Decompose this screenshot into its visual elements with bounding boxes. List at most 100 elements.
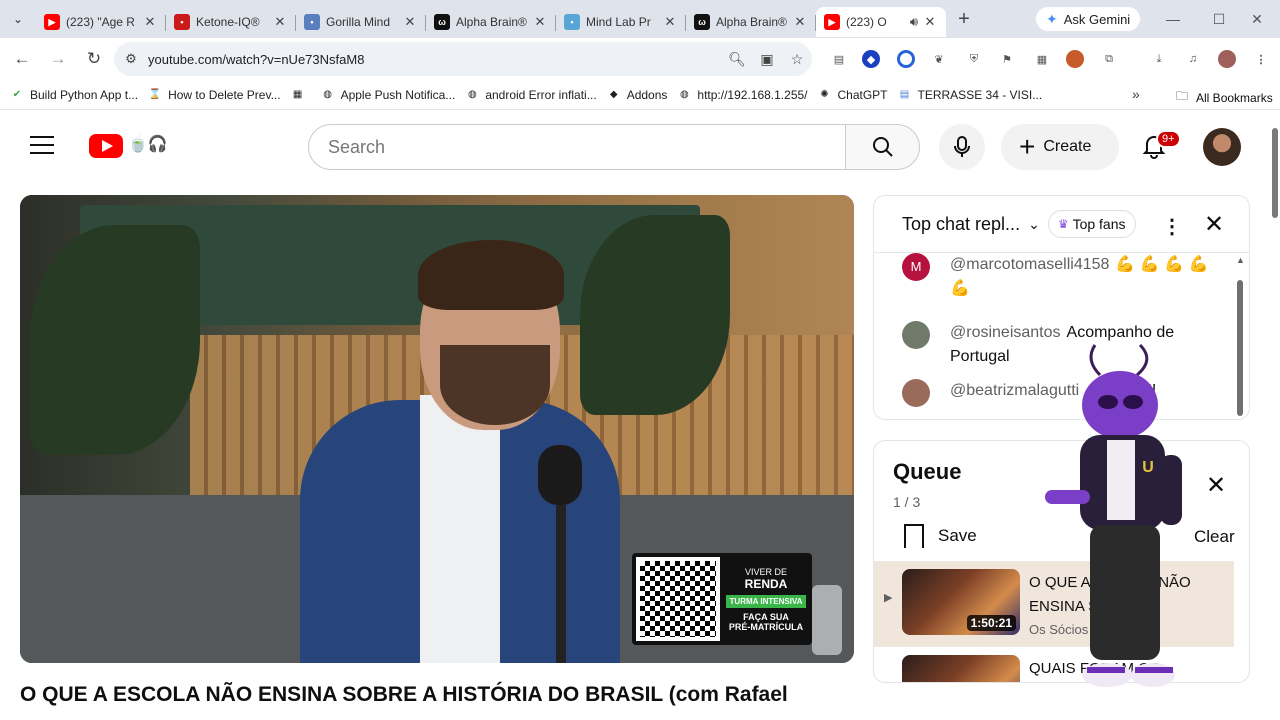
browser-tab[interactable]: ▶ (223) O 🔊︎ ✕ (816, 7, 946, 37)
chat-avatar[interactable] (902, 321, 930, 349)
cast-icon[interactable]: ▣ (752, 51, 782, 68)
tab-close-icon[interactable]: ✕ (532, 14, 548, 30)
bookmark-label: http://192.168.1.255/ (697, 87, 808, 102)
back-button[interactable]: ← (5, 42, 39, 76)
bookmark-item[interactable]: ⌛ How to Delete Prev... (148, 88, 281, 102)
extensions-puzzle-icon[interactable]: ⧉ (1100, 50, 1118, 68)
bookmark-item[interactable]: ◍ Apple Push Notifica... (321, 88, 455, 102)
bookmark-item[interactable]: ▤ TERRASSE 34 - VISI... (898, 88, 1042, 102)
page-scrollbar[interactable] (1270, 114, 1280, 720)
extension-qr-icon[interactable]: ▦ (1033, 50, 1051, 68)
search-button[interactable] (845, 124, 920, 170)
extension-shield2-icon[interactable]: ⛨ (965, 50, 983, 68)
video-player[interactable]: VIVER DE RENDA TURMA INTENSIVA FAÇA SUA … (20, 195, 854, 663)
site-info-icon[interactable]: ⚙ (114, 51, 148, 67)
browser-tab[interactable]: • Ketone-IQ® ✕ (166, 7, 296, 37)
ask-gemini-button[interactable]: ✦ Ask Gemini (1036, 7, 1141, 31)
tab-close-icon[interactable]: ✕ (662, 14, 678, 30)
create-button[interactable]: + Create (1001, 124, 1119, 170)
ask-gemini-label: Ask Gemini (1063, 11, 1131, 27)
promo-brand: RENDA (744, 576, 788, 591)
chat-avatar[interactable]: M (902, 253, 930, 281)
queue-save-label: Save (938, 526, 977, 545)
chat-close-icon[interactable]: ✕ (1204, 210, 1224, 239)
address-bar[interactable]: ⚙ youtube.com/watch?v=nUe73NsfaM8 🔍︎ ▣ ☆ (114, 42, 812, 76)
tab-close-icon[interactable]: ✕ (792, 14, 808, 30)
chevron-down-icon[interactable]: ⌄ (1028, 216, 1040, 233)
download-icon[interactable]: ⤓ (1150, 50, 1168, 68)
tab-title: (223) "Age R (66, 15, 135, 29)
gorilla-icon: • (304, 14, 320, 30)
extension-color-icon[interactable] (1066, 50, 1084, 68)
bookmark-item[interactable]: ✔ Build Python App t... (10, 88, 138, 102)
browser-menu-icon[interactable]: ⋮ (1252, 50, 1270, 68)
top-fans-chip[interactable]: ♛ Top fans (1047, 210, 1136, 238)
youtube-doodle-icon[interactable]: 🍵🎧 (128, 134, 168, 154)
profile-avatar-icon[interactable] (1218, 50, 1236, 68)
queue-close-icon[interactable]: ✕ (1206, 471, 1226, 500)
minimize-button[interactable]: — (1150, 0, 1196, 38)
chat-scrollbar[interactable] (1237, 280, 1243, 416)
reload-button[interactable]: ↻ (77, 42, 111, 76)
extension-shield-icon[interactable]: ◆ (862, 50, 880, 68)
queue-save-button[interactable]: Save (904, 524, 977, 548)
bookmarks-overflow-icon[interactable]: » (1132, 86, 1140, 102)
youtube-logo[interactable] (89, 134, 123, 158)
browser-tab[interactable]: • Gorilla Mind ✕ (296, 7, 426, 37)
tab-audio-icon[interactable]: 🔊︎ (906, 14, 922, 30)
bookmark-item[interactable]: ✺ ChatGPT (818, 88, 887, 102)
menu-hamburger-icon[interactable] (30, 136, 54, 156)
voice-search-button[interactable] (939, 124, 985, 170)
svg-text:U: U (1142, 459, 1154, 476)
media-control-icon[interactable]: ♫ (1184, 50, 1202, 68)
bookmark-item[interactable]: ◍ android Error inflati... (465, 88, 597, 102)
bookmark-item[interactable]: ◍ http://192.168.1.255/ (677, 88, 807, 102)
browser-tab[interactable]: • Mind Lab Pr ✕ (556, 7, 686, 37)
queue-count: 1 / 3 (893, 494, 921, 510)
close-window-button[interactable]: ✕ (1234, 0, 1280, 38)
tab-close-icon[interactable]: ✕ (402, 14, 418, 30)
extension-icon-1[interactable]: ▤ (830, 50, 848, 68)
plus-icon: + (1019, 131, 1036, 162)
bookmark-star-icon[interactable]: ☆ (782, 51, 812, 68)
chat-username[interactable]: @marcotomaselli4158 (950, 256, 1109, 273)
chat-more-icon[interactable]: ⋮ (1162, 214, 1182, 239)
url-text[interactable]: youtube.com/watch?v=nUe73NsfaM8 (148, 52, 722, 67)
tab-close-icon[interactable]: ✕ (922, 14, 938, 30)
mascot-character-overlay: U (1045, 343, 1182, 687)
extension-circle-icon[interactable] (897, 50, 915, 68)
gemini-icon: ✦ (1046, 10, 1058, 27)
tab-close-icon[interactable]: ✕ (142, 14, 158, 30)
chat-avatar[interactable] (902, 379, 930, 407)
extension-leaf-icon[interactable]: ❦ (930, 50, 948, 68)
bookmark-item[interactable]: ◆ Addons (607, 88, 668, 102)
apps-button[interactable]: ▦ (291, 88, 311, 102)
zoom-icon[interactable]: 🔍︎ (722, 51, 752, 68)
search-input[interactable]: Search (308, 124, 846, 170)
browser-tab[interactable]: ω Alpha Brain® ✕ (686, 7, 816, 37)
browser-tab[interactable]: ω Alpha Brain® ✕ (426, 7, 556, 37)
tab-search-button[interactable]: ⌄ (0, 0, 36, 38)
doc-icon: ▤ (899, 89, 910, 100)
browser-tab[interactable]: ▶ (223) "Age R ✕ (36, 7, 166, 37)
extension-flag-icon[interactable]: ⚑ (998, 50, 1016, 68)
new-tab-button[interactable]: + (946, 8, 982, 31)
chat-username[interactable]: @rosineisantos (950, 324, 1061, 341)
bookmark-label: Build Python App t... (30, 87, 139, 102)
notification-badge: 9+ (1156, 130, 1181, 148)
video-microphone (538, 445, 582, 663)
all-bookmarks-button[interactable]: 🗀 All Bookmarks (1176, 87, 1273, 108)
video-qr-overlay[interactable]: VIVER DE RENDA TURMA INTENSIVA FAÇA SUA … (632, 553, 812, 645)
tab-close-icon[interactable]: ✕ (272, 14, 288, 30)
chat-mode-selector[interactable]: Top chat repl... (902, 214, 1020, 235)
search-icon (872, 137, 893, 157)
top-fans-label: Top fans (1072, 216, 1126, 232)
forward-button[interactable]: → (41, 42, 75, 76)
queue-thumbnail[interactable]: 1:50:21 (902, 569, 1020, 635)
folder-icon: 🗀 (1176, 89, 1189, 103)
queue-thumbnail[interactable] (902, 655, 1020, 682)
chat-scroll-up-icon[interactable]: ▲ (1236, 255, 1245, 265)
diamond-icon: ◆ (609, 89, 618, 100)
account-avatar[interactable] (1203, 128, 1241, 166)
video-person-hair (418, 240, 564, 310)
